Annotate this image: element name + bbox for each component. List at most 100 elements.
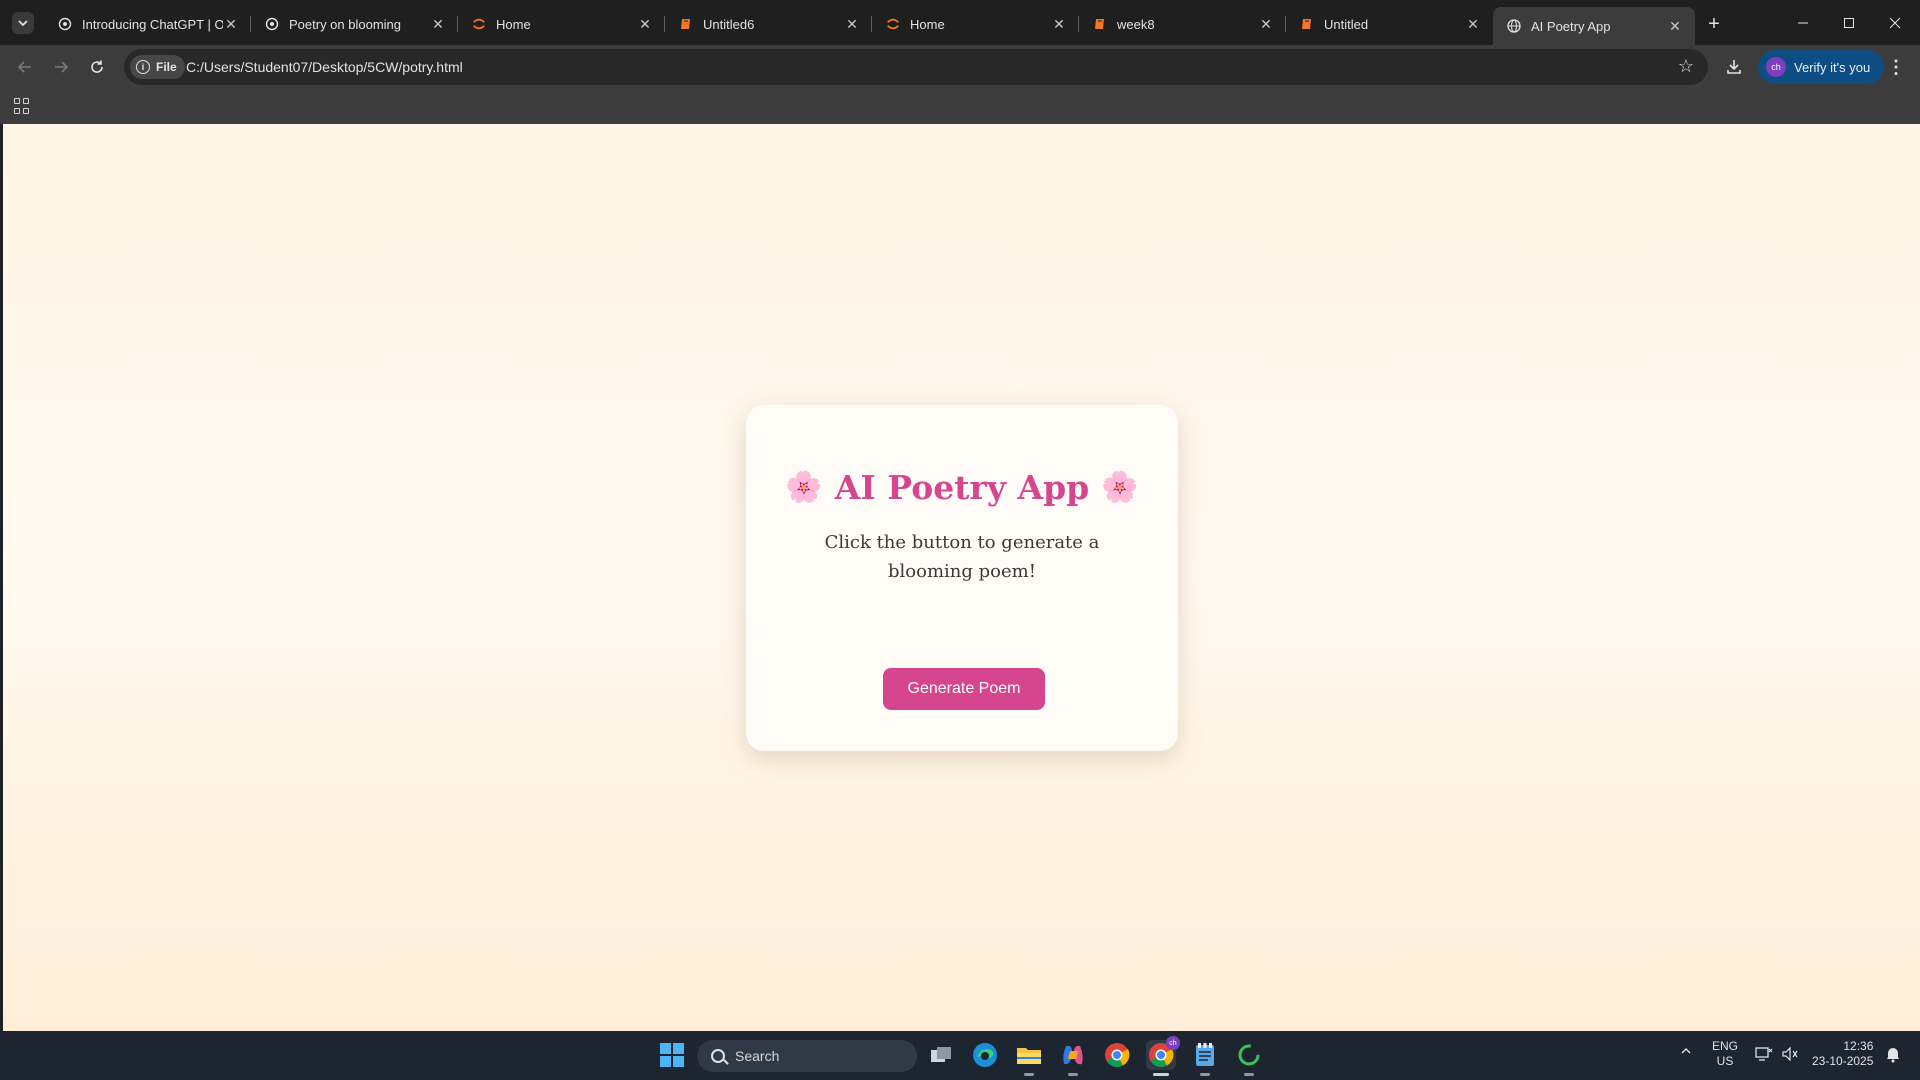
openai-icon [58, 17, 72, 31]
browser-menu-button[interactable]: ⋮ [1884, 55, 1908, 79]
windows-logo-icon [660, 1043, 684, 1067]
tab-home-1[interactable]: Home ✕ [458, 7, 665, 41]
tab-home-2[interactable]: Home ✕ [872, 7, 1079, 41]
tab-ai-poetry-app[interactable]: AI Poetry App ✕ [1493, 7, 1695, 45]
close-window-button[interactable] [1882, 10, 1908, 36]
tab-title: Home [496, 16, 531, 32]
close-icon[interactable]: ✕ [430, 16, 446, 32]
chrome-profile-taskbar-button[interactable]: ch [1146, 1036, 1180, 1076]
download-icon [1727, 60, 1741, 74]
app-loading-taskbar-button[interactable] [1234, 1040, 1264, 1076]
generate-poem-button[interactable]: Generate Poem [883, 668, 1045, 710]
running-indicator [1024, 1073, 1034, 1076]
plus-icon: + [1708, 12, 1720, 35]
site-info-label: File [156, 60, 177, 74]
close-icon [1889, 17, 1901, 29]
close-icon[interactable]: ✕ [844, 16, 860, 32]
page-subtitle: Click the button to generate a blooming … [824, 532, 1100, 582]
chrome-icon [1105, 1043, 1130, 1068]
chevron-down-icon [18, 20, 28, 27]
clock-date: 23-10-2025 [1812, 1054, 1874, 1068]
language-indicator[interactable]: ENG US [1712, 1039, 1738, 1069]
tab-title: Home [910, 16, 945, 32]
loading-ring-icon [1238, 1044, 1260, 1066]
tab-week8[interactable]: week8 ✕ [1079, 7, 1286, 41]
tab-title: Untitled [1324, 16, 1369, 32]
bell-icon [1887, 1048, 1899, 1063]
site-info-chip[interactable]: i File [130, 55, 185, 79]
chrome-taskbar-button[interactable] [1102, 1040, 1132, 1070]
copilot-taskbar-button[interactable] [1058, 1040, 1088, 1076]
volume-muted-icon[interactable] [1781, 1046, 1799, 1066]
downloads-button[interactable] [1720, 53, 1748, 81]
tab-title: Untitled6 [703, 16, 755, 32]
maximize-icon [1844, 18, 1854, 28]
edge-taskbar-button[interactable] [970, 1040, 1000, 1070]
address-bar[interactable]: i File C:/Users/Student07/Desktop/5CW/po… [124, 49, 1708, 85]
info-icon: i [136, 60, 150, 74]
minimize-button[interactable] [1790, 10, 1816, 36]
close-icon[interactable]: ✕ [1051, 16, 1067, 32]
notepad-taskbar-button[interactable] [1190, 1040, 1220, 1076]
notifications-button[interactable] [1885, 1045, 1901, 1067]
reload-button[interactable] [83, 53, 111, 81]
arrow-right-icon [55, 61, 69, 73]
cherry-blossom-icon: 🌸 [1101, 470, 1139, 505]
close-icon[interactable]: ✕ [637, 16, 653, 32]
edge-icon [973, 1043, 997, 1067]
active-indicator [1153, 1073, 1169, 1076]
bookmarks-bar [0, 88, 1920, 124]
chrome-profile-badge: ch [1166, 1036, 1180, 1050]
cherry-blossom-icon: 🌸 [785, 470, 823, 505]
tab-untitled6[interactable]: Untitled6 ✕ [665, 7, 872, 41]
globe-icon [1507, 19, 1521, 33]
clock[interactable]: 12:36 23-10-2025 [1812, 1039, 1873, 1069]
tab-title: AI Poetry App [1531, 18, 1611, 34]
forward-button[interactable] [47, 53, 75, 81]
windows-taskbar: Search ch ENG US 12:36 23-10-2025 [0, 1031, 1920, 1080]
maximize-button[interactable] [1836, 10, 1862, 36]
openai-icon [265, 17, 279, 31]
notebook-icon [679, 17, 693, 31]
avatar: ch [1766, 57, 1786, 77]
running-indicator [1244, 1073, 1254, 1076]
bookmark-star-icon[interactable]: ☆ [1678, 56, 1694, 77]
close-icon[interactable]: ✕ [223, 16, 239, 32]
region-code: US [1716, 1054, 1734, 1068]
running-indicator [1068, 1073, 1078, 1076]
task-view-button[interactable] [926, 1040, 956, 1070]
close-icon[interactable]: ✕ [1667, 18, 1683, 34]
tab-untitled[interactable]: Untitled ✕ [1286, 7, 1493, 41]
tab-poetry-on-blooming[interactable]: Poetry on blooming ✕ [251, 7, 458, 41]
show-hidden-icons-button[interactable] [1680, 1045, 1692, 1061]
tab-title: week8 [1117, 16, 1155, 32]
apps-grid-icon[interactable] [14, 98, 30, 114]
close-icon[interactable]: ✕ [1465, 16, 1481, 32]
browser-toolbar: i File C:/Users/Student07/Desktop/5CW/po… [0, 45, 1920, 88]
profile-verify-button[interactable]: ch Verify it's you [1758, 50, 1885, 84]
back-button[interactable] [11, 53, 39, 81]
network-icon[interactable] [1755, 1046, 1773, 1066]
file-explorer-taskbar-button[interactable] [1014, 1040, 1044, 1076]
arrow-left-icon [17, 61, 31, 73]
notebook-icon [1093, 17, 1107, 31]
tab-strip: Introducing ChatGPT | Op ✕ Poetry on blo… [0, 0, 1920, 45]
start-button[interactable] [657, 1040, 687, 1070]
poetry-card: 🌸 AI Poetry App 🌸 Click the button to ge… [746, 405, 1178, 751]
notepad-icon [1196, 1043, 1214, 1066]
more-vertical-icon: ⋮ [1887, 56, 1905, 77]
copilot-icon [1063, 1045, 1083, 1065]
running-indicator [1200, 1073, 1210, 1076]
tab-search-button[interactable] [12, 12, 34, 34]
notebook-icon [1300, 17, 1314, 31]
reload-icon [91, 60, 103, 73]
search-icon [711, 1049, 725, 1063]
close-icon[interactable]: ✕ [1258, 16, 1274, 32]
new-tab-button[interactable]: + [1702, 12, 1726, 36]
taskbar-search[interactable]: Search [697, 1040, 917, 1072]
tab-title: Introducing ChatGPT | Op [82, 16, 223, 32]
url-text[interactable]: C:/Users/Student07/Desktop/5CW/potry.htm… [186, 59, 463, 75]
page-title-text: AI Poetry App [834, 468, 1090, 507]
tab-introducing-chatgpt[interactable]: Introducing ChatGPT | Op ✕ [44, 7, 251, 41]
tab-title: Poetry on blooming [289, 16, 402, 32]
